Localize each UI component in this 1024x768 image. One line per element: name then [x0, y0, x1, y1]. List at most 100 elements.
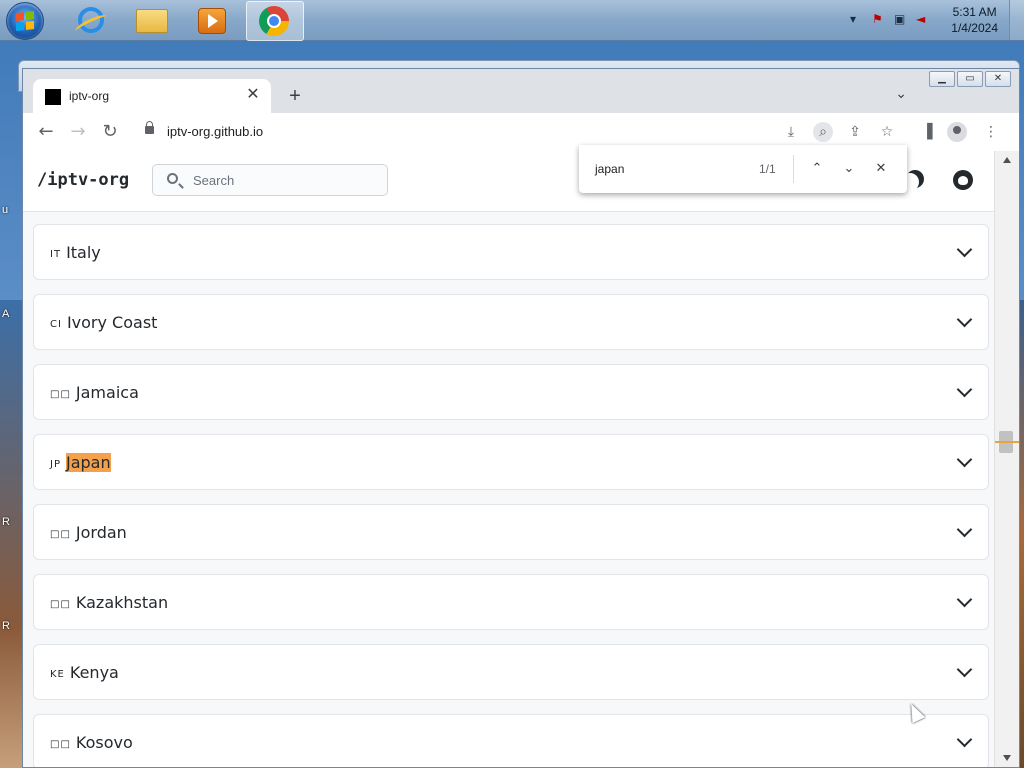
country-name: IT Italy — [50, 243, 101, 262]
country-code: □□ — [50, 739, 71, 750]
site-search-input[interactable]: Search — [152, 164, 388, 196]
country-code: CI — [50, 319, 62, 330]
country-label: Kosovo — [75, 733, 133, 752]
chevron-down-icon[interactable] — [956, 241, 973, 258]
chevron-down-icon[interactable] — [956, 591, 973, 608]
country-label: Ivory Coast — [66, 313, 158, 332]
desktop-wallpaper-left — [0, 300, 22, 768]
find-input[interactable]: japan — [595, 162, 624, 176]
find-match-count: 1/1 — [759, 162, 776, 176]
country-name: □□ Kosovo — [50, 733, 133, 752]
forward-button[interactable]: → — [65, 120, 91, 144]
country-label: Jordan — [75, 523, 127, 542]
page-viewport: /iptv-org Search IT Italy CI Ivory Coast □… — [23, 151, 1019, 767]
chrome-window: ▁ ▭ ✕ iptv-org ✕ + ⌄ ← → ↻ iptv-org.gith… — [22, 68, 1020, 768]
country-name: □□ Kazakhstan — [50, 593, 168, 612]
site-logo[interactable]: /iptv-org — [37, 170, 129, 190]
chevron-down-icon[interactable] — [956, 381, 973, 398]
country-name: JP Japan — [50, 453, 111, 472]
install-app-icon[interactable]: ⤓ — [781, 122, 801, 142]
desktop-icon-label: u — [2, 204, 9, 216]
chevron-down-icon[interactable] — [956, 451, 973, 468]
reload-button[interactable]: ↻ — [97, 120, 123, 144]
taskbar-media-player[interactable] — [182, 1, 238, 39]
desktop-icon-label: R — [2, 516, 10, 528]
start-button[interactable] — [6, 2, 44, 40]
chevron-down-icon[interactable] — [956, 311, 973, 328]
internet-explorer-icon — [78, 7, 104, 33]
country-row-kenya[interactable]: KE Kenya — [33, 644, 989, 700]
network-icon[interactable]: ▣ — [894, 12, 905, 26]
find-divider — [793, 155, 794, 183]
folder-icon — [136, 9, 168, 33]
country-label-find-match: Japan — [65, 453, 111, 472]
country-label: Kenya — [69, 663, 119, 682]
chevron-down-icon[interactable] — [956, 521, 973, 538]
find-close-icon[interactable]: ✕ — [871, 159, 891, 179]
back-button[interactable]: ← — [33, 120, 59, 144]
tab-iptv-org[interactable]: iptv-org ✕ — [33, 79, 271, 113]
country-row-italy[interactable]: IT Italy — [33, 224, 989, 280]
volume-muted-icon[interactable]: ◄ — [916, 12, 925, 26]
country-label: Kazakhstan — [75, 593, 169, 612]
country-list: IT Italy CI Ivory Coast □□ Jamaica JP Japan … — [33, 224, 989, 767]
find-match-marker — [995, 441, 1019, 443]
chrome-menu-icon[interactable]: ⋮ — [981, 122, 1001, 142]
favicon-icon — [45, 89, 61, 105]
country-code: IT — [50, 249, 62, 260]
country-code: JP — [50, 459, 61, 470]
find-next-chevron-down-icon[interactable]: ⌄ — [839, 159, 859, 179]
side-panel-icon[interactable]: ▐ — [917, 122, 937, 142]
clock-date: 1/4/2024 — [951, 21, 998, 35]
action-center-flag-icon[interactable]: ⚑ — [872, 12, 883, 26]
share-icon[interactable]: ⇪ — [845, 122, 865, 142]
country-row-kazakhstan[interactable]: □□ Kazakhstan — [33, 574, 989, 630]
country-row-jordan[interactable]: □□ Jordan — [33, 504, 989, 560]
country-code: □□ — [50, 599, 71, 610]
tab-close-icon[interactable]: ✕ — [243, 85, 263, 105]
find-bar: japan 1/1 ⌃ ⌄ ✕ — [579, 145, 907, 193]
country-label: Italy — [66, 243, 101, 262]
find-zoom-icon[interactable]: ⌕ — [813, 122, 833, 142]
system-tray: ▾ ⚑ ▣ ◄ 5:31 AM 1/4/2024 — [834, 0, 1024, 40]
scroll-down-arrow-icon[interactable] — [1003, 755, 1011, 761]
country-row-kosovo[interactable]: □□ Kosovo — [33, 714, 989, 767]
country-name: KE Kenya — [50, 663, 119, 682]
taskbar-google-chrome[interactable] — [246, 1, 304, 41]
url-text: iptv-org.github.io — [167, 124, 264, 139]
chrome-icon — [259, 6, 289, 36]
desktop-icon-label: R — [2, 620, 10, 632]
country-code: KE — [50, 669, 65, 680]
country-row-jamaica[interactable]: □□ Jamaica — [33, 364, 989, 420]
chevron-down-icon[interactable] — [956, 661, 973, 678]
lock-icon[interactable] — [145, 121, 154, 134]
country-row-japan[interactable]: JP Japan — [33, 434, 989, 490]
country-name: CI Ivory Coast — [50, 313, 157, 332]
search-icon — [167, 173, 178, 184]
new-tab-button[interactable]: + — [283, 84, 307, 108]
clock[interactable]: 5:31 AM 1/4/2024 — [951, 4, 998, 36]
chevron-down-icon[interactable] — [956, 731, 973, 748]
github-icon[interactable] — [953, 170, 973, 190]
find-previous-chevron-up-icon[interactable]: ⌃ — [807, 159, 827, 179]
country-label: Jamaica — [75, 383, 139, 402]
taskbar: ▾ ⚑ ▣ ◄ 5:31 AM 1/4/2024 — [0, 0, 1024, 41]
page-scrollbar[interactable] — [994, 151, 1019, 767]
country-name: □□ Jordan — [50, 523, 127, 542]
tab-search-chevron-icon[interactable]: ⌄ — [895, 85, 907, 102]
tab-title: iptv-org — [69, 89, 110, 103]
scroll-up-arrow-icon[interactable] — [1003, 157, 1011, 163]
country-code: □□ — [50, 529, 71, 540]
country-row-ivory-coast[interactable]: CI Ivory Coast — [33, 294, 989, 350]
country-code: □□ — [50, 389, 71, 400]
taskbar-internet-explorer[interactable] — [62, 1, 118, 39]
tray-overflow-icon[interactable]: ▾ — [850, 12, 856, 26]
address-bar[interactable]: iptv-org.github.io — [131, 118, 771, 146]
country-name: □□ Jamaica — [50, 383, 139, 402]
taskbar-windows-explorer[interactable] — [122, 1, 178, 39]
show-desktop-button[interactable] — [1009, 0, 1024, 40]
profile-avatar[interactable] — [947, 122, 967, 142]
tab-strip: iptv-org ✕ + ⌄ — [23, 69, 1019, 113]
bookmark-star-icon[interactable]: ☆ — [877, 122, 897, 142]
clock-time: 5:31 AM — [952, 5, 997, 19]
